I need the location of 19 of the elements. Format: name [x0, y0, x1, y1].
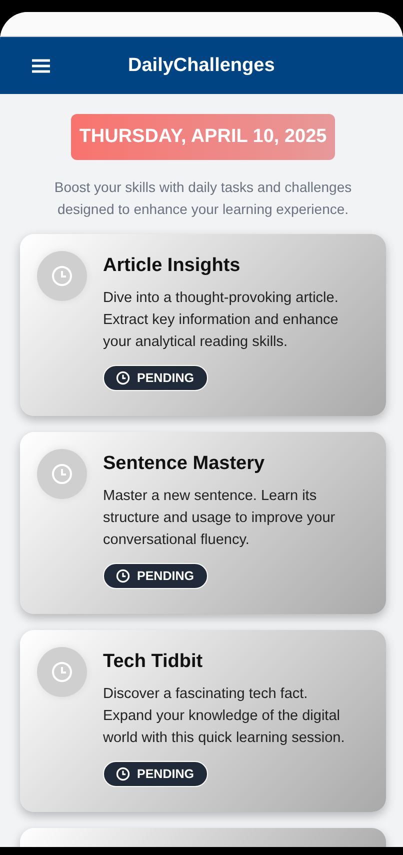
challenge-card[interactable]: Article Insights Dive into a thought-provoking article. Extract key information and enhance your analytical reading skills. PENDING — [20, 234, 386, 416]
intro-text: Boost your skills with daily tasks and challenges designed to enhance your learning experience. — [53, 178, 353, 219]
challenge-title: Article Insights — [103, 255, 240, 277]
challenge-card[interactable]: Tech Tidbit Discover a fascinating tech fact. Expand your knowledge of the digital world with this quick learning session. PENDING — [20, 630, 386, 812]
challenge-title: Tech Tidbit — [103, 651, 203, 673]
app-title: DailyChallenges — [128, 54, 275, 76]
challenge-description: Master a new sentence. Learn its structure and usage to improve your conversational fluency. — [103, 487, 336, 550]
status-badge: PENDING — [103, 761, 208, 787]
status-badge: PENDING — [103, 563, 208, 589]
date-banner: THURSDAY, APRIL 10, 2025 — [71, 114, 335, 160]
status-badge: PENDING — [103, 365, 208, 391]
challenge-description: Discover a fascinating tech fact. Expand your knowledge of the digital world with this quick learning session. — [103, 685, 346, 748]
challenge-title: Sentence Mastery — [103, 453, 265, 475]
menu-icon[interactable] — [32, 58, 50, 72]
clock-icon — [37, 647, 87, 697]
clock-icon — [37, 251, 87, 301]
challenge-description: Dive into a thought-provoking article. Extract key information and enhance your analytical reading skills. — [103, 289, 340, 352]
challenge-card[interactable]: Sentence Mastery Master a new sentence. Learn its structure and usage to improve your conversational fluency. PENDING — [20, 432, 386, 614]
clock-icon — [37, 449, 87, 499]
